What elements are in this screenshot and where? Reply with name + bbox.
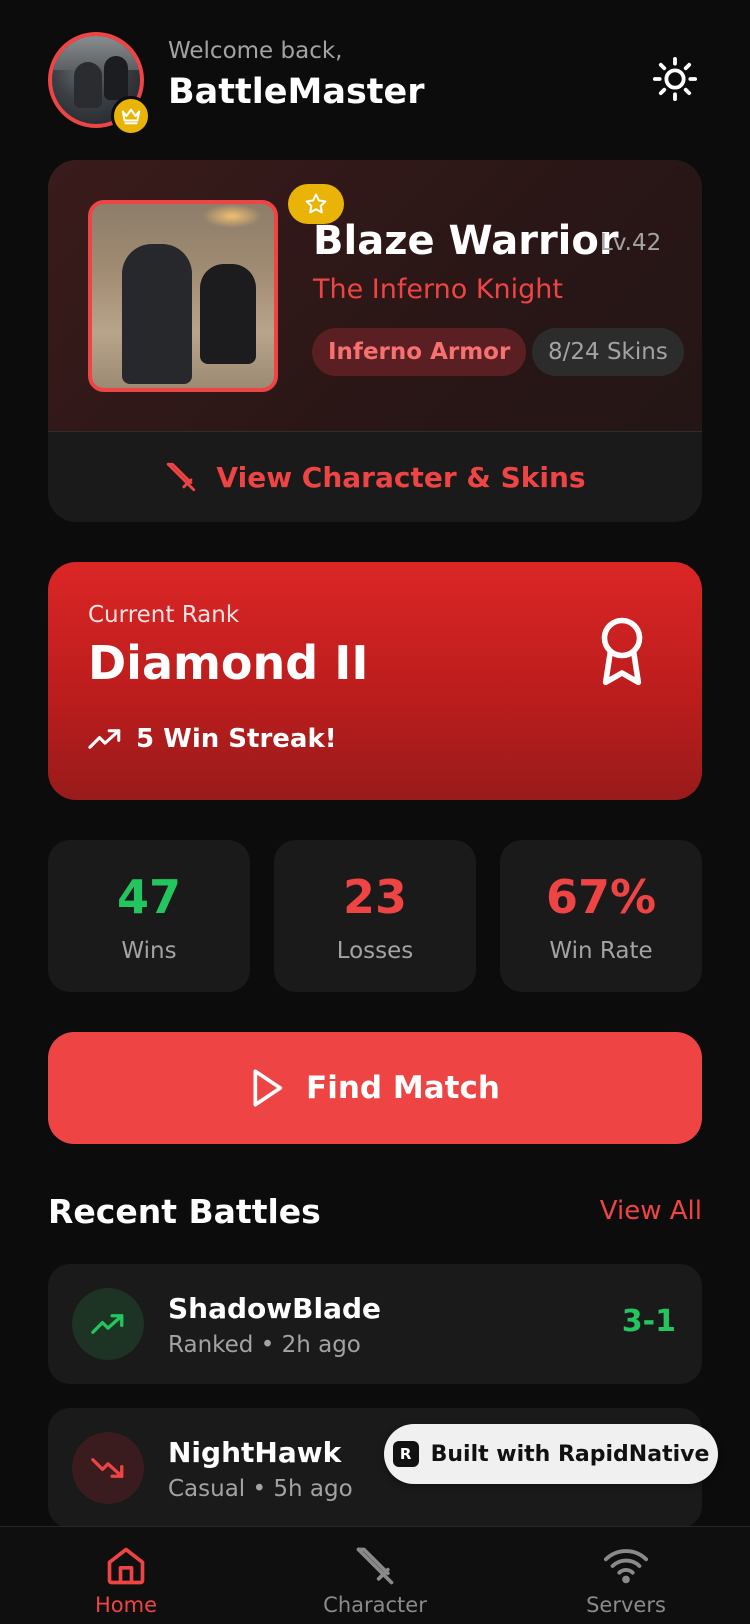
character-card: Blaze Warrior Lv.42 The Inferno Knight I… — [48, 160, 702, 522]
battle-meta: Ranked • 2h ago — [168, 1332, 361, 1358]
sword-icon — [167, 462, 196, 492]
character-summary: Blaze Warrior Lv.42 The Inferno Knight I… — [48, 160, 702, 432]
play-icon — [253, 1069, 283, 1107]
nav-label: Servers — [586, 1593, 666, 1617]
character-title: The Inferno Knight — [313, 274, 563, 305]
character-level: Lv.42 — [600, 230, 662, 256]
find-match-label: Find Match — [306, 1070, 500, 1106]
character-name: Blaze Warrior — [313, 218, 619, 264]
recent-battles-title: Recent Battles — [48, 1192, 321, 1231]
stat-value: 23 — [342, 870, 407, 924]
battle-item[interactable]: ShadowBlade Ranked • 2h ago 3-1 — [48, 1264, 702, 1384]
crown-icon — [111, 96, 151, 136]
view-character-label: View Character & Skins — [216, 460, 586, 494]
win-streak: 5 Win Streak! — [88, 724, 337, 754]
stat-win-rate: 67% Win Rate — [500, 840, 702, 992]
battle-meta: Casual • 5h ago — [168, 1476, 353, 1502]
wifi-icon — [603, 1549, 649, 1584]
battle-opponent: ShadowBlade — [168, 1292, 382, 1325]
skins-count-tag: 8/24 Skins — [532, 328, 684, 376]
character-image[interactable] — [88, 200, 278, 392]
battle-score: 3-1 — [621, 1304, 676, 1339]
home-icon — [107, 1547, 145, 1585]
rank-card[interactable]: Current Rank Diamond II 5 Win Streak! — [48, 562, 702, 800]
stat-label: Losses — [336, 938, 414, 964]
stat-label: Win Rate — [549, 938, 653, 964]
trending-down-icon — [72, 1432, 144, 1504]
find-match-button[interactable]: Find Match — [48, 1032, 702, 1144]
rapidnative-logo-icon: R — [392, 1441, 419, 1467]
stat-value: 67% — [545, 870, 657, 924]
nav-item-home[interactable]: Home — [46, 1541, 206, 1617]
nav-item-character[interactable]: Character — [295, 1541, 455, 1617]
built-with-label: Built with RapidNative — [430, 1441, 710, 1467]
welcome-text: Welcome back, — [168, 38, 343, 64]
view-character-button[interactable]: View Character & Skins — [48, 432, 702, 522]
username: BattleMaster — [168, 72, 425, 112]
stat-label: Wins — [121, 938, 177, 964]
award-ribbon-icon — [601, 617, 643, 686]
nav-label: Character — [323, 1593, 427, 1617]
trending-up-icon — [88, 729, 121, 749]
armor-tag: Inferno Armor — [312, 328, 527, 376]
stat-wins: 47 Wins — [48, 840, 250, 992]
sun-icon — [652, 56, 698, 102]
bottom-navigation: Home Character Servers — [0, 1526, 750, 1624]
stat-value: 47 — [116, 870, 181, 924]
rank-label: Current Rank — [88, 602, 240, 628]
trending-up-icon — [72, 1288, 144, 1360]
win-streak-text: 5 Win Streak! — [136, 724, 337, 754]
stat-losses: 23 Losses — [274, 840, 476, 992]
theme-toggle-button[interactable] — [648, 52, 702, 106]
rank-value: Diamond II — [88, 636, 369, 690]
view-all-link[interactable]: View All — [600, 1196, 702, 1226]
header: Welcome back, BattleMaster — [48, 32, 702, 136]
nav-label: Home — [94, 1593, 157, 1617]
sword-icon — [356, 1547, 394, 1585]
battle-opponent: NightHawk — [168, 1436, 342, 1469]
built-with-rapidnative-badge[interactable]: R Built with RapidNative — [384, 1424, 718, 1484]
nav-item-servers[interactable]: Servers — [546, 1541, 706, 1617]
